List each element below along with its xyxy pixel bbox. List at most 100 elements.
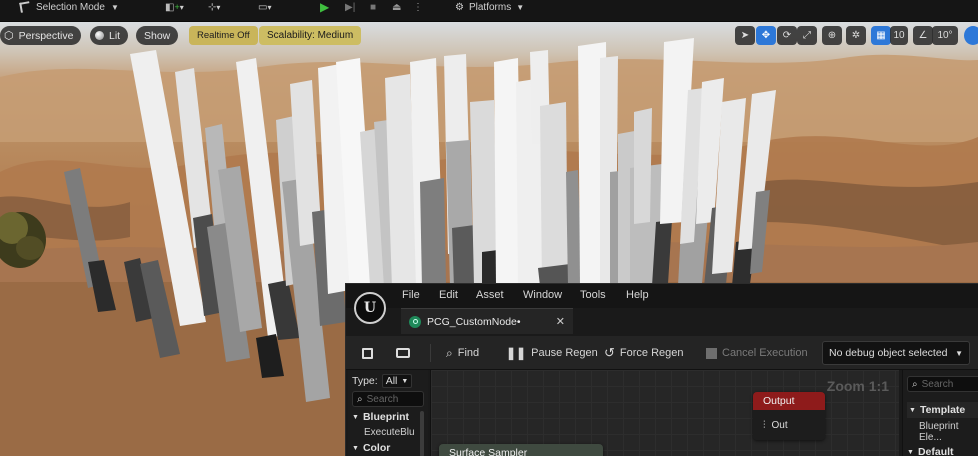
play-options-button[interactable]: ⋮: [413, 0, 423, 14]
more-vertical-icon: ⋮: [413, 1, 423, 13]
stop-button[interactable]: ■: [370, 0, 376, 14]
pause-regen-label: Pause Regen: [531, 347, 598, 359]
menu-asset[interactable]: Asset: [476, 289, 504, 301]
cube-icon: ⬡: [4, 30, 14, 42]
realtime-off-badge[interactable]: Realtime Off: [189, 26, 258, 45]
type-dropdown[interactable]: All ▼: [381, 374, 413, 388]
scalability-badge[interactable]: Scalability: Medium: [259, 26, 362, 45]
toolbar-separator: [430, 344, 431, 362]
angle-snap-toggle[interactable]: ∠: [913, 26, 933, 45]
grid-snap-value[interactable]: 10: [890, 26, 908, 45]
surface-sampler-header: Surface Sampler: [439, 444, 603, 456]
chevron-down-icon: ▼: [516, 2, 525, 12]
menu-help[interactable]: Help: [626, 289, 649, 301]
camera-speed-button[interactable]: [964, 26, 978, 45]
world-local-toggle[interactable]: ⊕: [822, 26, 842, 45]
palette-section-color[interactable]: ▼ Color: [352, 442, 390, 454]
perspective-label: Perspective: [18, 29, 74, 42]
tab-pcg-customnode[interactable]: PCG_CustomNode• ✕: [401, 308, 573, 334]
surface-sampler-title: Surface Sampler: [449, 447, 528, 456]
add-actor-button[interactable]: ◧ + ▾: [165, 0, 184, 14]
default-section-label: Default: [917, 446, 954, 456]
add-actor-icon: ◧: [165, 1, 175, 13]
pcg-toolbar: ⌕ Find ❚❚ Pause Regen ↺ Force Regen Canc…: [346, 336, 978, 370]
selection-mode-dropdown[interactable]: Selection Mode ▼: [19, 0, 119, 14]
show-label: Show: [144, 29, 171, 42]
palette-item-executeblueprint[interactable]: ExecuteBlu: [364, 427, 415, 438]
menu-edit[interactable]: Edit: [439, 289, 458, 301]
chevron-down-icon: ▼: [352, 413, 359, 421]
type-value: All: [385, 375, 398, 387]
save-button[interactable]: [362, 345, 373, 361]
find-label: Find: [457, 347, 480, 359]
details-search-input[interactable]: ⌕ Search: [907, 376, 978, 392]
view-mode-lit-button[interactable]: Lit: [90, 26, 129, 45]
eject-icon: ⏏: [392, 1, 402, 13]
debug-object-select[interactable]: No debug object selected ▼: [822, 341, 970, 365]
menu-file[interactable]: File: [402, 289, 420, 301]
palette-section-blueprint[interactable]: ▼ Blueprint: [352, 411, 409, 423]
output-node[interactable]: Output ⫶ Out: [753, 392, 825, 440]
template-value[interactable]: Blueprint Ele...: [919, 421, 978, 443]
template-section-label: Template: [919, 404, 966, 416]
globe-icon: ⊕: [827, 30, 837, 41]
scale-tool-button[interactable]: ⤢: [797, 26, 817, 45]
surface-snap-icon: ✲: [851, 30, 861, 41]
chevron-down-icon: ▼: [352, 444, 359, 452]
cinematics-button[interactable]: ▭ ▾: [258, 0, 271, 14]
viewport-perspective-button[interactable]: ⬡ Perspective: [0, 26, 82, 45]
palette-search-input[interactable]: ⌕ Search: [352, 391, 424, 407]
palette-scrollbar[interactable]: [420, 411, 424, 456]
show-flags-button[interactable]: Show: [136, 26, 179, 45]
cursor-icon: ➤: [740, 30, 750, 41]
details-section-default[interactable]: ▼ Default: [907, 446, 954, 456]
force-regen-label: Force Regen: [619, 347, 684, 359]
chevron-down-icon: ▼: [955, 348, 963, 358]
play-button[interactable]: ▶: [320, 0, 329, 14]
rotate-tool-button[interactable]: ⟳: [777, 26, 797, 45]
advance-frame-button[interactable]: ▶|: [345, 0, 355, 14]
blueprint-button[interactable]: ⊹ ▾: [208, 0, 220, 14]
pause-regen-button[interactable]: ❚❚ Pause Regen: [506, 345, 598, 361]
lit-sphere-icon: [95, 31, 104, 40]
angle-snap-value[interactable]: 10°: [932, 26, 958, 45]
eject-button[interactable]: ⏏: [392, 0, 401, 14]
find-icon: ⌕: [446, 345, 453, 360]
pin-icon[interactable]: ⫶: [763, 420, 766, 431]
move-icon: ✥: [761, 30, 771, 41]
grid-snap-value-label: 10: [893, 30, 905, 41]
platforms-label: Platforms: [468, 1, 512, 13]
close-icon[interactable]: ✕: [556, 315, 565, 328]
surface-snap-button[interactable]: ✲: [846, 26, 866, 45]
angle-snap-value-label: 10°: [937, 30, 953, 41]
unreal-logo-icon: U: [354, 292, 386, 324]
select-tool-button[interactable]: ➤: [735, 26, 755, 45]
details-section-template[interactable]: ▼ Template: [907, 402, 978, 418]
menu-tools[interactable]: Tools: [580, 289, 606, 301]
cancel-execution-button[interactable]: Cancel Execution: [706, 345, 808, 361]
type-filter: Type: All ▼: [352, 374, 413, 388]
scale-icon: ⤢: [803, 30, 811, 41]
stop-square-icon: [706, 347, 717, 359]
palette-item-label: ExecuteBlu: [364, 427, 415, 438]
output-node-header: Output: [753, 392, 825, 410]
selection-mode-label: Selection Mode: [36, 1, 105, 13]
force-regen-button[interactable]: ↺ Force Regen: [604, 345, 684, 361]
rotate-icon: ⟳: [782, 30, 792, 41]
main-toolbar: Selection Mode ▼ ◧ + ▾ ⊹ ▾ ▭ ▾ ▶ ▶| ■ ⏏ ⋮ ⚙ …: [0, 0, 978, 22]
browse-button[interactable]: [396, 345, 410, 361]
find-button[interactable]: ⌕ Find: [446, 345, 479, 361]
surface-sampler-node[interactable]: Surface Sampler: [439, 444, 603, 456]
save-icon: [362, 347, 373, 359]
graph-canvas[interactable]: Zoom 1:1 Output ⫶ Out Surface Sampler: [430, 370, 899, 456]
platforms-dropdown[interactable]: ⚙ Platforms ▼: [455, 0, 524, 14]
zoom-label: Zoom 1:1: [826, 378, 889, 394]
color-section-label: Color: [362, 442, 391, 454]
step-icon: ▶|: [345, 1, 356, 13]
details-panel: ⌕ Search ▼ Template Blueprint Ele... ▼ D…: [902, 370, 978, 456]
translate-tool-button[interactable]: ✥: [756, 26, 776, 45]
debug-object-label: No debug object selected: [829, 347, 948, 359]
lit-label: Lit: [109, 29, 121, 42]
grid-snap-toggle[interactable]: ▦: [871, 26, 891, 45]
menu-window[interactable]: Window: [523, 289, 562, 301]
